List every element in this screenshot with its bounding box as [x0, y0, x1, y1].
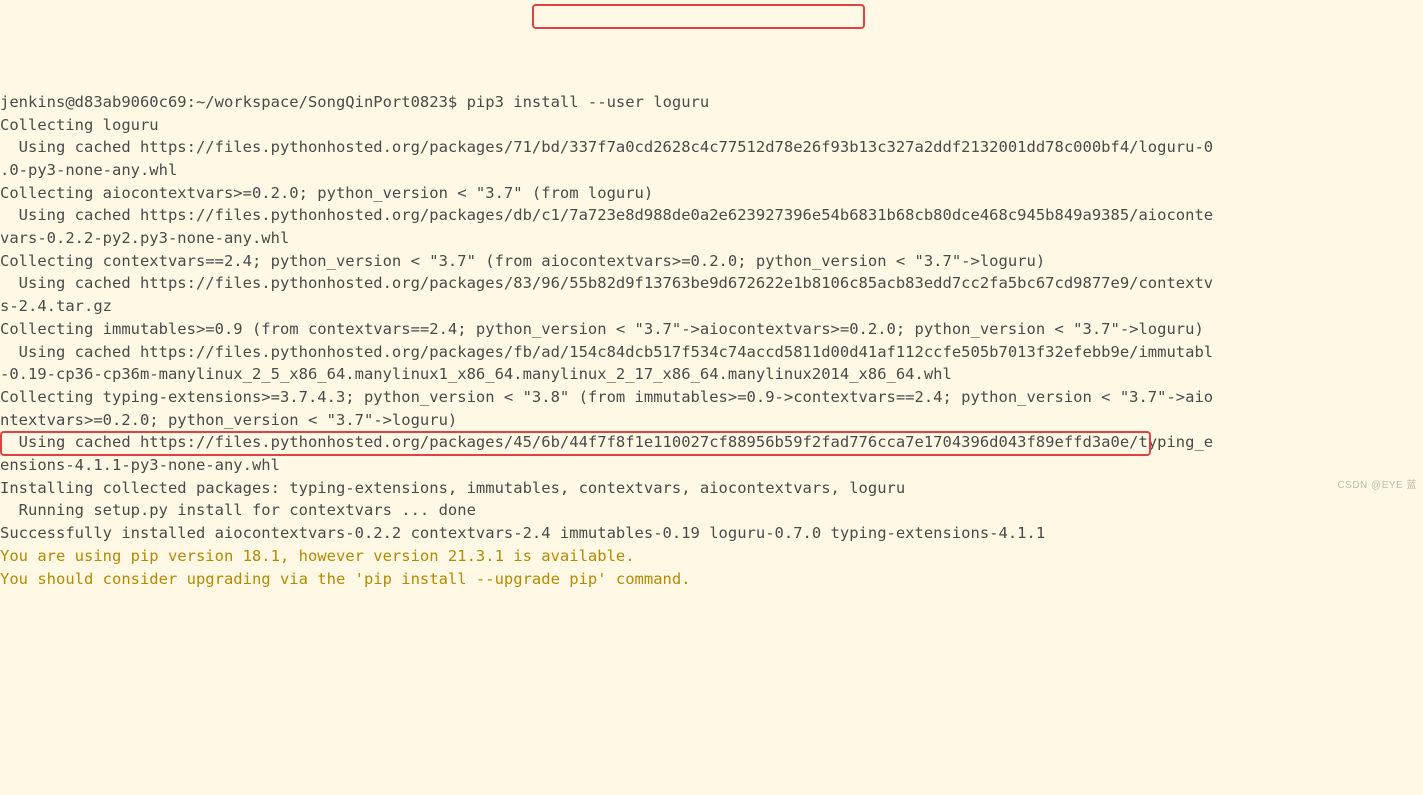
- output-line: Collecting contextvars==2.4; python_vers…: [0, 252, 1045, 270]
- watermark-text: CSDN @EYE 蓝: [1337, 475, 1417, 498]
- output-line: Using cached https://files.pythonhosted.…: [0, 433, 1213, 451]
- typed-command: pip3 install --user loguru: [457, 93, 709, 111]
- output-line: Using cached https://files.pythonhosted.…: [0, 274, 1213, 292]
- shell-prompt: jenkins@d83ab9060c69:~/workspace/SongQin…: [0, 93, 457, 111]
- output-line: -0.19-cp36-cp36m-manylinux_2_5_x86_64.ma…: [0, 365, 952, 383]
- pip-warning-line: You should consider upgrading via the 'p…: [0, 570, 691, 588]
- output-line: Collecting typing-extensions>=3.7.4.3; p…: [0, 388, 1213, 406]
- output-line: Using cached https://files.pythonhosted.…: [0, 206, 1213, 224]
- terminal-output[interactable]: jenkins@d83ab9060c69:~/workspace/SongQin…: [0, 91, 1423, 590]
- output-line: .0-py3-none-any.whl: [0, 161, 177, 179]
- output-line: Collecting immutables>=0.9 (from context…: [0, 320, 1204, 338]
- output-line: Using cached https://files.pythonhosted.…: [0, 343, 1213, 361]
- output-line: Collecting loguru: [0, 116, 159, 134]
- output-line: s-2.4.tar.gz: [0, 297, 112, 315]
- output-line: vars-0.2.2-py2.py3-none-any.whl: [0, 229, 289, 247]
- output-line: Running setup.py install for contextvars…: [0, 501, 476, 519]
- pip-warning-line: You are using pip version 18.1, however …: [0, 547, 635, 565]
- output-line: Installing collected packages: typing-ex…: [0, 479, 905, 497]
- output-line: Collecting aiocontextvars>=0.2.0; python…: [0, 184, 653, 202]
- highlight-box-command: [532, 4, 865, 29]
- output-line: ensions-4.1.1-py3-none-any.whl: [0, 456, 280, 474]
- output-line-success: Successfully installed aiocontextvars-0.…: [0, 524, 1045, 542]
- output-line: Using cached https://files.pythonhosted.…: [0, 138, 1213, 156]
- output-line: ntextvars>=0.2.0; python_version < "3.7"…: [0, 411, 457, 429]
